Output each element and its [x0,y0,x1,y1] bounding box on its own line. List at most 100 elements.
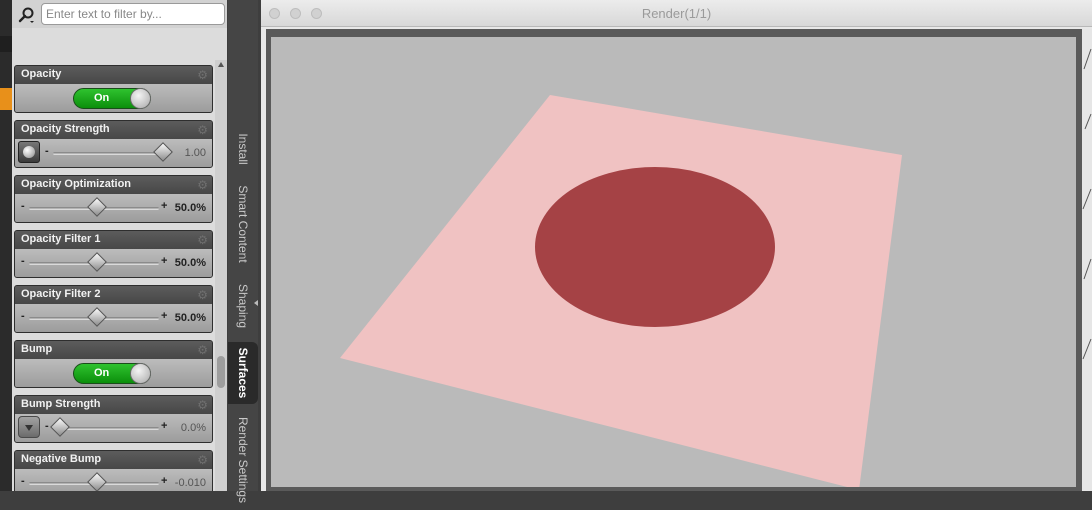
filter-input[interactable] [41,3,225,25]
property-control: - +0.0% [15,414,212,442]
filter-bar [12,0,227,29]
collapse-arrow-icon[interactable] [254,300,258,306]
property-title: Bump [21,343,53,355]
surface-properties-panel: Opacity ⚙ On Opacity Strength ⚙ -1.00 Opacity … [12,28,227,491]
window-title: Render(1/1) [641,6,712,21]
property-bump-strength: Bump Strength ⚙ - +0.0% [14,395,213,443]
property-control: - +50.0% [15,304,212,332]
property-control: - 1.00 [15,139,212,167]
window-titlebar[interactable]: Render(1/1) [261,0,1092,27]
property-header: Bump ⚙ [15,341,212,359]
decrement-icon[interactable]: - [45,145,49,157]
on-off-toggle[interactable]: On [73,88,151,109]
property-title: Negative Bump [21,453,102,465]
property-value[interactable]: 50.0% [175,312,206,324]
decrement-icon[interactable]: - [21,310,25,322]
decrement-icon[interactable]: - [45,420,49,432]
left-edge-strip [0,0,12,491]
tab-shaping[interactable]: Shaping [228,276,258,336]
property-header: Opacity ⚙ [15,66,212,84]
tab-surfaces[interactable]: Surfaces [228,342,258,404]
toggle-label: On [94,92,110,104]
property-header: Negative Bump ⚙ [15,451,212,469]
slider-knob[interactable] [50,417,70,437]
property-title: Opacity [21,68,62,80]
toggle-knob[interactable] [130,363,151,384]
toggle-knob[interactable] [130,88,151,109]
image-map-button[interactable] [18,141,40,163]
property-title: Opacity Filter 2 [21,288,101,300]
property-opacity: Opacity ⚙ On [14,65,213,113]
property-opacity-strength: Opacity Strength ⚙ - 1.00 [14,120,213,168]
on-off-toggle[interactable]: On [73,363,151,384]
property-header: Bump Strength ⚙ [15,396,212,414]
gear-icon[interactable]: ⚙ [197,288,208,302]
tab-label: Smart Content [236,185,250,263]
property-control: On [15,359,212,387]
property-negative-bump: Negative Bump ⚙ - + -0.010 [14,450,213,491]
slider-knob[interactable] [87,197,107,217]
gear-icon[interactable]: ⚙ [197,178,208,192]
panel-scrollbar[interactable] [215,60,227,491]
property-title: Opacity Strength [21,123,110,135]
gear-icon[interactable]: ⚙ [197,343,208,357]
tab-install[interactable]: Install [228,124,258,174]
increment-icon[interactable]: + [161,475,167,487]
toggle-label: On [94,367,110,379]
map-thumbnail-icon [23,146,35,158]
search-filter-icon[interactable] [18,6,36,24]
gear-icon[interactable]: ⚙ [197,398,208,412]
property-opacity-optimization: Opacity Optimization ⚙ - +50.0% [14,175,213,223]
property-value[interactable]: 50.0% [175,202,206,214]
slider-knob[interactable] [153,142,173,162]
tab-smart-content[interactable]: Smart Content [228,178,258,270]
property-title: Bump Strength [21,398,101,410]
render-window: Render(1/1) [261,0,1092,491]
render-frame [266,29,1086,491]
property-control: - +50.0% [15,249,212,277]
gear-icon[interactable]: ⚙ [197,123,208,137]
increment-icon[interactable]: + [161,310,167,322]
slider-knob[interactable] [87,307,107,327]
property-header: Opacity Optimization ⚙ [15,176,212,194]
slider-track[interactable] [53,152,164,155]
property-header: Opacity Strength ⚙ [15,121,212,139]
gear-icon[interactable]: ⚙ [197,453,208,467]
property-bump: Bump ⚙ On [14,340,213,388]
gear-icon[interactable]: ⚙ [197,233,208,247]
tab-render-settings[interactable]: Render Settings [228,410,258,510]
decrement-icon[interactable]: - [21,255,25,267]
property-control: - +50.0% [15,194,212,222]
tab-label: Render Settings [236,416,250,504]
dropdown-arrow-icon [25,425,33,431]
decrement-icon[interactable]: - [21,475,25,487]
property-title: Opacity Optimization [21,178,132,190]
slider-knob[interactable] [87,472,107,491]
decrement-icon[interactable]: - [21,200,25,212]
render-image [271,37,1076,490]
increment-icon[interactable]: + [161,255,167,267]
scroll-up-arrow-icon[interactable] [218,62,224,67]
property-value[interactable]: 50.0% [175,257,206,269]
window-right-edge [1082,29,1092,491]
property-value[interactable]: -0.010 [175,477,206,489]
property-header: Opacity Filter 2 ⚙ [15,286,212,304]
property-opacity-filter-1: Opacity Filter 1 ⚙ - +50.0% [14,230,213,278]
rendered-disc [535,167,775,327]
tab-label: Shaping [236,283,250,329]
property-title: Opacity Filter 1 [21,233,101,245]
property-value[interactable]: 0.0% [181,422,206,434]
scroll-thumb[interactable] [217,356,225,388]
property-opacity-filter-2: Opacity Filter 2 ⚙ - +50.0% [14,285,213,333]
property-control: On [15,84,212,112]
property-value[interactable]: 1.00 [185,147,206,159]
gear-icon[interactable]: ⚙ [197,68,208,82]
tab-label: Surfaces [236,347,250,399]
property-control: - + -0.010 [15,469,212,491]
property-header: Opacity Filter 1 ⚙ [15,231,212,249]
slider-knob[interactable] [87,252,107,272]
increment-icon[interactable]: + [161,420,167,432]
increment-icon[interactable]: + [161,200,167,212]
tab-label: Install [236,133,250,165]
image-map-button[interactable] [18,416,40,438]
